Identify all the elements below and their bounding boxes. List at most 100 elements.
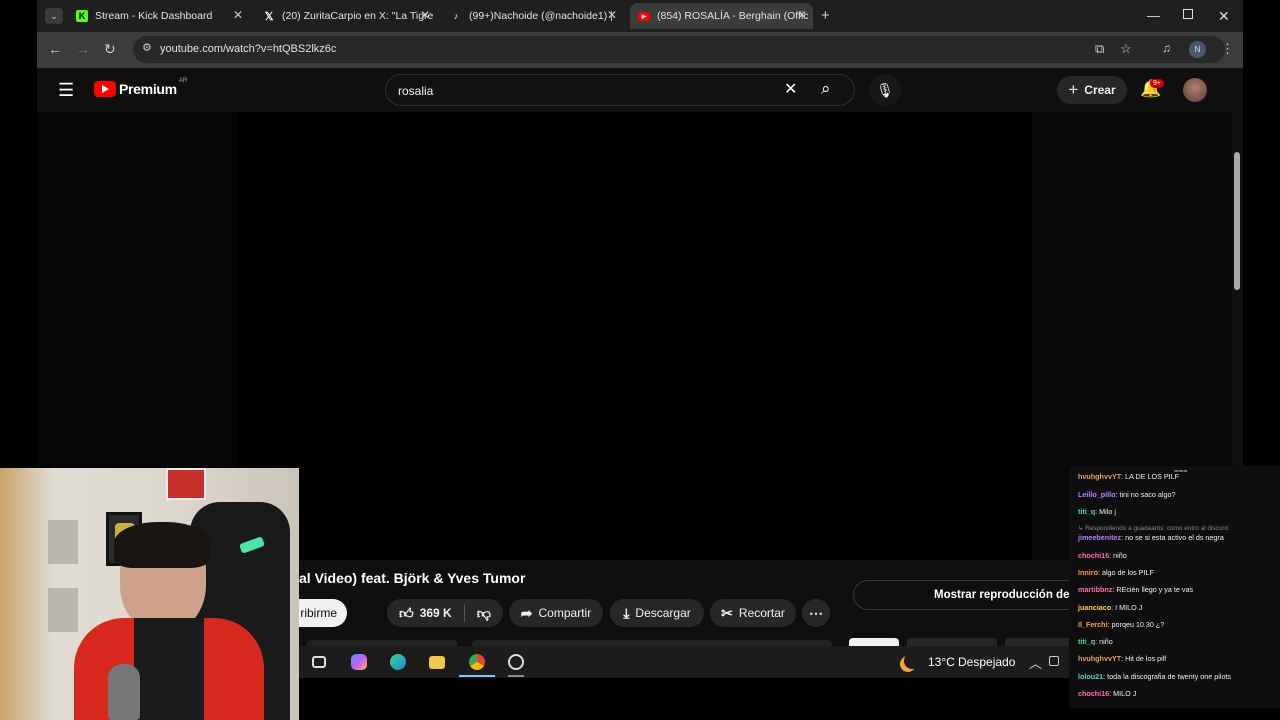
site-info-icon[interactable]: ⚙ — [142, 43, 152, 54]
chat-username[interactable]: hvuhghvvYT — [1078, 472, 1121, 481]
share-icon: ➦ — [520, 604, 533, 621]
browser-tab-bar: ⌄ K Stream - Kick Dashboard ✕ 𝕏 (20) Zur… — [37, 0, 1243, 32]
create-button[interactable]: + Crear — [1057, 76, 1127, 104]
streamer-hair — [114, 522, 210, 568]
search-input[interactable]: rosalia — [398, 84, 433, 98]
file-explorer-icon[interactable] — [429, 656, 445, 669]
bookmark-star-icon[interactable]: ☆ — [1120, 42, 1132, 55]
clear-search-icon[interactable]: ✕ — [784, 82, 797, 98]
chat-text: : porqeu 10 30 ¿? — [1107, 620, 1165, 629]
obs-icon[interactable] — [508, 654, 524, 670]
tab-search-button[interactable]: ⌄ — [45, 8, 63, 24]
like-dislike-group: 👍︎ 369 K 👎︎ — [387, 599, 503, 627]
chrome-icon[interactable] — [469, 654, 485, 670]
filter-chip[interactable] — [907, 638, 997, 646]
chat-message: ↳ Respondiendo a guadaants: como entro a… — [1078, 523, 1228, 532]
like-button[interactable]: 👍︎ 369 K — [399, 605, 452, 622]
chat-username[interactable]: Inniro — [1078, 568, 1098, 577]
url-text: youtube.com/watch?v=htQBS2lkz6c — [160, 43, 337, 55]
clip-button[interactable]: ✂ Recortar — [710, 599, 796, 627]
tab-youtube[interactable]: ▶ (854) ROSALÍA - Berghain (Offic ✕ — [630, 3, 813, 29]
filter-chip[interactable] — [849, 638, 899, 646]
tab-x-post[interactable]: 𝕏 (20) ZuritaCarpio en X: "La Tigre ✕ — [260, 3, 436, 29]
tab-title: Stream - Kick Dashboard — [95, 10, 213, 22]
chat-username[interactable]: Il_Ferchi — [1078, 620, 1108, 629]
chat-message: martibbnz: REcién llego y ya te vas — [1078, 585, 1193, 594]
youtube-logo[interactable]: Premium AR — [94, 78, 187, 97]
menu-kebab-icon[interactable]: ⋮ — [1221, 42, 1234, 55]
share-button[interactable]: ➦ Compartir — [509, 599, 603, 627]
tab-kick-dashboard[interactable]: K Stream - Kick Dashboard ✕ — [73, 3, 249, 29]
chat-username[interactable]: chochi16 — [1078, 551, 1109, 560]
reload-icon[interactable]: ↻ — [104, 42, 116, 56]
chat-text: : REcién llego y ya te vas — [1112, 585, 1194, 594]
tab-tiktok[interactable]: ♪ (99+)Nachoide (@nachoide1) | ✕ — [447, 3, 623, 29]
chat-username[interactable]: titi_q — [1078, 637, 1095, 646]
download-button[interactable]: ⤓ Descargar — [610, 599, 704, 627]
search-box[interactable]: rosalia ✕ — [385, 74, 855, 106]
weather-condition[interactable]: Despejado — [958, 655, 1015, 669]
chat-username[interactable]: Leillo_pillo — [1078, 490, 1116, 499]
close-tab-icon[interactable]: ✕ — [607, 8, 617, 22]
chat-message: Inniro: algo de los PILF — [1078, 568, 1154, 577]
edge-browser-icon[interactable] — [390, 654, 406, 670]
x-logo-icon: 𝕏 — [264, 10, 274, 23]
kick-icon: K — [76, 10, 88, 22]
chat-message: lolou21: toda la discografia de twenty o… — [1078, 672, 1231, 681]
close-tab-icon[interactable]: ✕ — [420, 8, 430, 22]
dislike-icon[interactable]: 👎︎ — [477, 605, 491, 622]
close-window-icon[interactable]: ✕ — [1218, 8, 1230, 25]
chat-text: : Hit de los pilf — [1121, 654, 1167, 663]
address-bar[interactable]: ⚙ youtube.com/watch?v=htQBS2lkz6c ⧉ ☆ — [133, 36, 1225, 63]
chat-username[interactable]: hvuhghvvYT — [1078, 654, 1121, 663]
chat-username[interactable]: chochi16 — [1078, 689, 1109, 698]
close-tab-icon[interactable]: ✕ — [797, 8, 807, 22]
close-tab-icon[interactable]: ✕ — [233, 8, 243, 22]
chevron-up-icon[interactable]: ︿ — [1029, 653, 1042, 672]
chat-text: : toda la discografia de twenty one pilo… — [1103, 672, 1232, 681]
scissors-icon: ✂ — [721, 604, 733, 621]
maximize-icon[interactable] — [1183, 9, 1193, 19]
chat-text: : LA DE LOS PILF — [1121, 472, 1180, 481]
minimize-icon[interactable]: — — [1147, 8, 1160, 23]
chat-text: : MILO J — [1109, 689, 1137, 698]
more-actions-button[interactable]: ⋯ — [802, 599, 830, 627]
task-view-icon[interactable] — [312, 656, 326, 668]
install-app-icon[interactable]: ⧉ — [1095, 42, 1104, 55]
youtube-icon: ▶ — [638, 11, 650, 21]
weather-temperature[interactable]: 13°C — [928, 655, 955, 669]
chat-text: ↳ Respondiendo a guadaants: como entro a… — [1078, 525, 1228, 532]
filter-chip[interactable] — [1005, 638, 1075, 646]
tab-title: (99+)Nachoide (@nachoide1) | — [469, 10, 613, 22]
wall-poster — [166, 468, 206, 500]
microphone-icon[interactable]: 🎙 — [869, 74, 901, 106]
plus-icon: + — [1068, 80, 1079, 99]
chat-username[interactable]: lolou21 — [1078, 672, 1103, 681]
copilot-icon[interactable] — [351, 654, 367, 670]
chat-username[interactable]: martibbnz — [1078, 585, 1112, 594]
forward-icon[interactable]: → — [76, 42, 90, 56]
media-controls-icon[interactable]: ♫ — [1162, 42, 1171, 54]
chat-message: hvuhghvvYT: Hit de los pilf — [1078, 654, 1166, 663]
page-scrollbar[interactable] — [1234, 152, 1240, 290]
hamburger-menu-icon[interactable]: ☰ — [58, 81, 74, 99]
profile-avatar[interactable]: N — [1189, 41, 1206, 58]
show-chat-replay-button[interactable]: Mostrar reproducción del ch — [853, 580, 1093, 610]
notification-badge: 9+ — [1150, 79, 1164, 88]
back-icon[interactable]: ← — [48, 42, 62, 56]
chat-username[interactable]: jimeebenitez — [1078, 533, 1121, 542]
chat-username[interactable]: juanciaco — [1078, 603, 1111, 612]
tab-title: (854) ROSALÍA - Berghain (Offic — [657, 10, 809, 22]
account-avatar[interactable] — [1183, 78, 1207, 102]
chat-message: Leillo_pillo: tini no saco algo? — [1078, 490, 1175, 499]
chat-message: chochi16: MILO J — [1078, 689, 1136, 698]
chat-message: titi_q: Milo j — [1078, 507, 1116, 516]
chat-text: : I MILO J — [1111, 603, 1143, 612]
new-tab-icon[interactable]: + — [821, 8, 830, 23]
chat-username[interactable]: titi_q — [1078, 507, 1095, 516]
search-icon[interactable]: ⌕ — [821, 80, 831, 97]
like-count: 369 K — [419, 606, 452, 620]
tray-app-icon[interactable] — [1049, 656, 1059, 666]
browser-toolbar: ← → ↻ ⚙ youtube.com/watch?v=htQBS2lkz6c … — [37, 32, 1243, 68]
chat-replay-label: Mostrar reproducción del ch — [934, 589, 1090, 601]
